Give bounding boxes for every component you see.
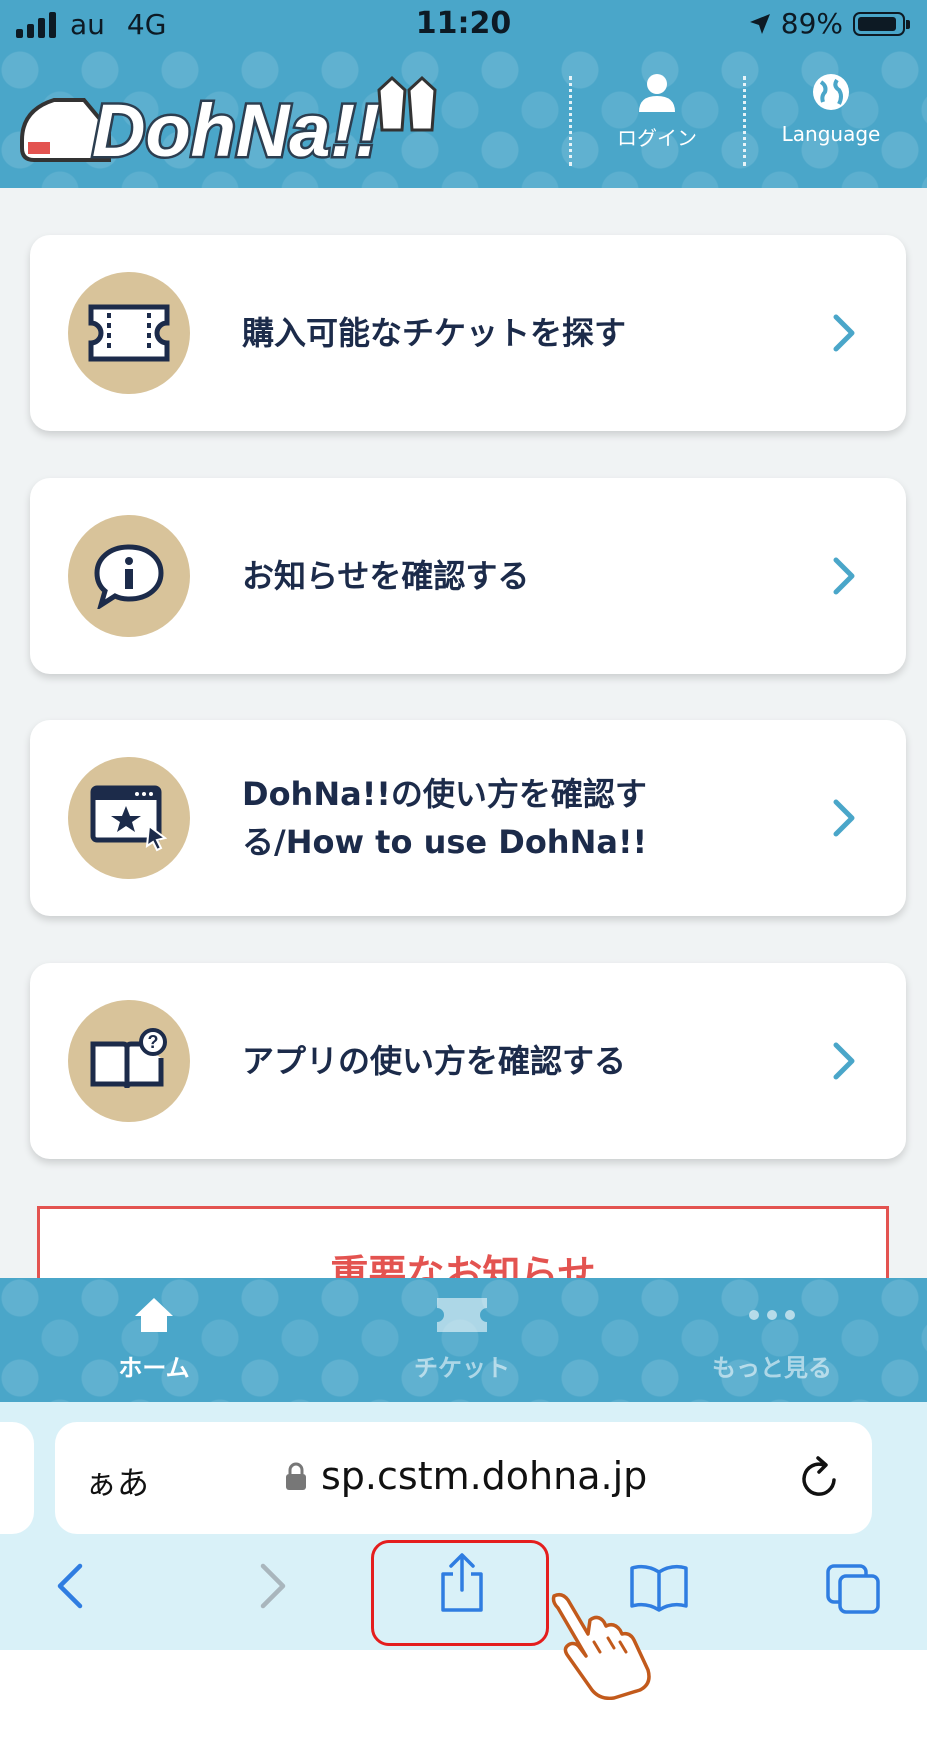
- globe-icon: [813, 74, 849, 110]
- home-icon: [135, 1298, 173, 1332]
- tab-ticket-label: チケット: [414, 1354, 510, 1382]
- back-icon[interactable]: [52, 1562, 88, 1610]
- chevron-right-icon: [833, 799, 855, 837]
- tabs-icon[interactable]: [824, 1562, 882, 1616]
- page-bottom: [0, 1650, 927, 1759]
- info-speech-icon: [94, 544, 164, 609]
- url-field[interactable]: sp.cstm.dohna.jp: [285, 1454, 647, 1498]
- menu-card-news[interactable]: お知らせを確認する: [30, 478, 906, 674]
- tab-ticket[interactable]: チケット: [362, 1296, 562, 1383]
- book-question-icon: ?: [90, 1028, 167, 1089]
- menu-label: お知らせを確認する: [242, 557, 530, 595]
- language-label: Language: [781, 122, 881, 146]
- lock-icon: [286, 1462, 306, 1490]
- menu-label: DohNa!!の使い方を確認する/How to use DohNa!!: [242, 775, 648, 861]
- menu-card-app-guide[interactable]: ? アプリの使い方を確認する: [30, 963, 906, 1159]
- menu-label: 購入可能なチケットを探す: [242, 314, 627, 352]
- app-header: DohNa!! ログイン Language: [0, 50, 927, 188]
- battery-icon: [853, 11, 910, 36]
- ticket-icon: [437, 1298, 487, 1332]
- tab-more[interactable]: もっと見る: [672, 1296, 872, 1383]
- language-button[interactable]: Language: [756, 72, 906, 146]
- browser-star-icon: [90, 785, 168, 852]
- chevron-right-icon: [833, 1042, 855, 1080]
- chevron-right-icon: [833, 557, 855, 595]
- location-arrow-icon: [749, 13, 770, 34]
- icon-circle: [68, 515, 190, 637]
- icon-circle: [68, 272, 190, 394]
- important-notice-title: 重要なお知らせ: [330, 1252, 596, 1278]
- previous-tab-peek[interactable]: [0, 1422, 34, 1534]
- main-content: 購入可能なチケットを探す お知らせを確認する DohNa!!の使い方を確認する/…: [0, 188, 927, 1278]
- more-dots-icon: [749, 1310, 795, 1320]
- login-label: ログイン: [617, 126, 697, 150]
- logo-text: DohNa!!: [92, 89, 380, 170]
- tab-home[interactable]: ホーム: [54, 1296, 254, 1383]
- page-settings-button[interactable]: ぁあ: [85, 1458, 149, 1504]
- chevron-right-icon: [833, 314, 855, 352]
- important-notice-box[interactable]: 重要なお知らせ: [37, 1206, 889, 1278]
- battery-percent: 89%: [780, 7, 843, 40]
- status-bar: au 4G 11:20 89%: [0, 0, 927, 50]
- dohna-logo[interactable]: DohNa!!: [14, 70, 464, 170]
- address-bar[interactable]: ぁあ sp.cstm.dohna.jp: [55, 1422, 872, 1534]
- pointing-hand-icon: [551, 1592, 651, 1700]
- login-button[interactable]: ログイン: [582, 72, 732, 151]
- icon-circle: [68, 757, 190, 879]
- url-text: sp.cstm.dohna.jp: [321, 1454, 648, 1498]
- tab-home-label: ホーム: [118, 1354, 190, 1382]
- forward-icon[interactable]: [255, 1562, 291, 1610]
- tab-more-label: もっと見る: [712, 1354, 832, 1382]
- user-icon: [639, 74, 675, 112]
- menu-card-how-to-use-dohna[interactable]: DohNa!!の使い方を確認する/How to use DohNa!!: [30, 720, 906, 916]
- menu-label: アプリの使い方を確認する: [242, 1042, 627, 1080]
- menu-card-find-tickets[interactable]: 購入可能なチケットを探す: [30, 235, 906, 431]
- svg-text:?: ?: [148, 1032, 159, 1052]
- safari-toolbar: ぁあ sp.cstm.dohna.jp: [0, 1402, 927, 1650]
- reload-icon[interactable]: [798, 1454, 842, 1500]
- app-tab-bar: ホーム チケット もっと見る: [0, 1278, 927, 1402]
- icon-circle: ?: [68, 1000, 190, 1122]
- ticket-icon: [88, 304, 170, 362]
- share-button-highlight: [371, 1540, 549, 1646]
